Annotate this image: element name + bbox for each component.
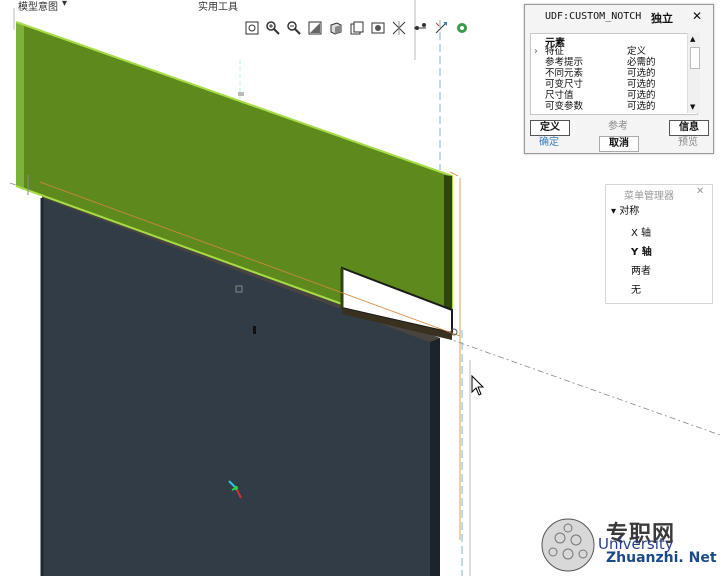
display-style-icon[interactable]	[368, 19, 387, 38]
zoom-out-icon[interactable]	[284, 19, 303, 38]
triad-origin	[234, 486, 238, 490]
repaint-icon[interactable]	[305, 19, 324, 38]
define-button[interactable]: 定义	[530, 120, 570, 136]
menu-manager-title: 菜单管理器	[624, 191, 674, 202]
udf-dialog-titlebar: UDF:CUSTOM_NOTCH 独立 ✕	[525, 5, 713, 27]
watermark-logo-icon	[541, 518, 595, 572]
sheet-side	[430, 338, 440, 576]
list-item[interactable]: 可变尺寸 可选的	[531, 79, 697, 90]
scroll-up-icon[interactable]: ▲	[690, 35, 695, 43]
scroll-down-icon[interactable]: ▼	[690, 103, 695, 111]
list-item[interactable]: 参考提示 必需的	[531, 57, 697, 68]
graphics-toolbar	[242, 17, 471, 39]
chevron-down-icon[interactable]: ▾	[62, 0, 67, 9]
chevron-down-icon: ▾	[611, 206, 617, 217]
wall-panel-edge	[16, 22, 24, 190]
watermark-url: Zhuanzhi. Net	[606, 550, 717, 566]
preview-button[interactable]: 预览	[669, 136, 707, 150]
udf-list-scrollbar[interactable]: ▲ ▼	[687, 33, 700, 113]
chevron-right-icon: ›	[534, 46, 538, 57]
menu-practical-tools[interactable]: 实用工具	[198, 0, 238, 13]
scrollbar-thumb[interactable]	[690, 47, 700, 69]
reference-mark	[253, 326, 256, 334]
udf-element-list[interactable]: 元素 › 特征 定义 参考提示 必需的 不同元素 可选的 可变尺寸 可选的 尺寸…	[530, 33, 698, 115]
menu-item-both[interactable]: 两者	[631, 262, 651, 277]
list-item[interactable]: 尺寸值 可选的	[531, 90, 697, 101]
menu-section-symmetry[interactable]: ▾ 对称	[611, 202, 639, 217]
close-icon[interactable]: ✕	[696, 186, 704, 197]
close-icon[interactable]: ✕	[692, 9, 702, 23]
udf-dialog: UDF:CUSTOM_NOTCH 独立 ✕ 元素 › 特征 定义 参考提示 必需…	[524, 4, 714, 154]
menu-manager: 菜单管理器 ✕ ▾ 对称 X 轴 Y 轴 两者 无	[605, 184, 713, 304]
mouse-cursor-icon	[471, 374, 485, 396]
menu-model-intent[interactable]: 模型意图	[18, 0, 58, 13]
udf-mode-label: 独立	[651, 12, 673, 25]
reference-button[interactable]: 参考	[603, 120, 633, 134]
list-item[interactable]: 可变参数 可选的	[531, 101, 697, 112]
spin-center-icon[interactable]	[410, 19, 429, 38]
cancel-button[interactable]: 取消	[599, 136, 639, 152]
zoom-fit-icon[interactable]	[242, 19, 261, 38]
wall-panel-side	[444, 175, 452, 312]
ok-button[interactable]: 确定	[530, 136, 568, 150]
datum-display-icon[interactable]	[389, 19, 408, 38]
zoom-in-icon[interactable]	[263, 19, 282, 38]
settings-icon[interactable]	[452, 19, 471, 38]
list-item[interactable]: › 特征 定义	[531, 46, 697, 57]
menu-item-none[interactable]: 无	[631, 281, 641, 296]
list-item[interactable]: 不同元素 可选的	[531, 68, 697, 79]
annotation-icon[interactable]	[431, 19, 450, 38]
info-button[interactable]: 信息	[669, 120, 709, 136]
reference-mark	[238, 92, 244, 96]
menu-item-x-axis[interactable]: X 轴	[631, 224, 651, 239]
udf-dialog-title: UDF:CUSTOM_NOTCH	[545, 11, 642, 22]
shading-icon[interactable]	[326, 19, 345, 38]
menu-item-y-axis[interactable]: Y 轴	[631, 243, 652, 258]
saved-views-icon[interactable]	[347, 19, 366, 38]
